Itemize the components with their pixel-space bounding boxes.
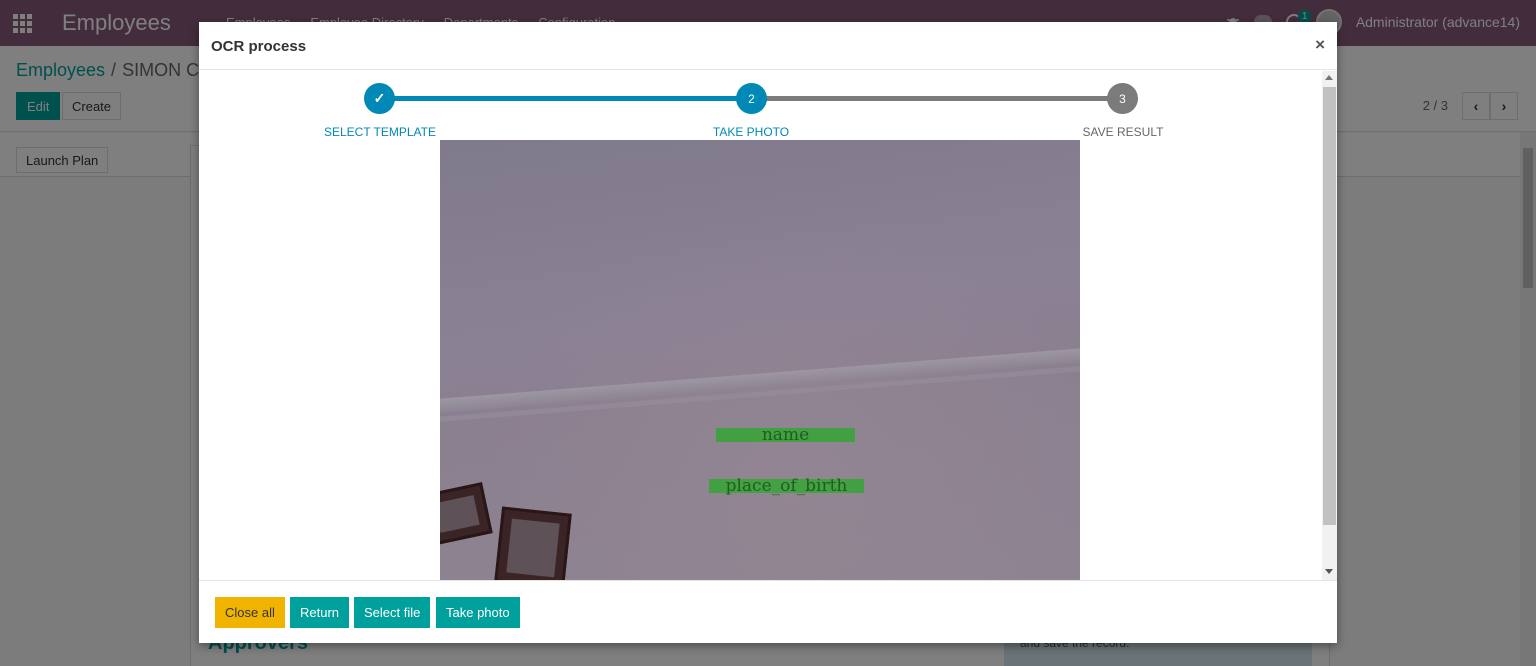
- close-icon[interactable]: ×: [1315, 35, 1325, 55]
- close-all-button[interactable]: Close all: [215, 597, 285, 628]
- scroll-up-icon[interactable]: [1325, 75, 1333, 80]
- step-label-save-result: SAVE RESULT: [1082, 125, 1164, 139]
- ocr-field-place-of-birth: place_of_birth: [709, 478, 864, 495]
- progress-line-completed: [380, 96, 751, 101]
- step-3-circle: 3: [1107, 83, 1138, 114]
- return-button[interactable]: Return: [290, 597, 350, 628]
- modal-title: OCR process: [211, 38, 307, 55]
- step-label-select-template: SELECT TEMPLATE: [323, 125, 437, 139]
- select-file-button[interactable]: Select file: [354, 597, 431, 628]
- ocr-process-dialog: OCR process × ✓ 2 3 SELECT TEMPLATE TAKE…: [199, 22, 1337, 643]
- scroll-thumb[interactable]: [1323, 87, 1336, 525]
- scroll-down-icon[interactable]: [1325, 569, 1333, 574]
- modal-body: ✓ 2 3 SELECT TEMPLATE TAKE PHOTO SAVE RE…: [199, 71, 1337, 580]
- progress-line-pending: [751, 96, 1123, 101]
- modal-footer: Close all Return Select file Take photo: [199, 580, 1337, 643]
- ocr-field-name: name: [716, 427, 855, 444]
- step-label-take-photo: TAKE PHOTO: [712, 125, 790, 139]
- step-2-circle: 2: [736, 83, 767, 114]
- modal-scrollbar[interactable]: [1322, 71, 1337, 580]
- camera-preview: name place_of_birth: [440, 140, 1080, 580]
- picture-frame: [494, 506, 572, 580]
- step-1-check-icon: ✓: [364, 83, 395, 114]
- modal-header: OCR process ×: [199, 22, 1337, 70]
- take-photo-button[interactable]: Take photo: [436, 597, 520, 628]
